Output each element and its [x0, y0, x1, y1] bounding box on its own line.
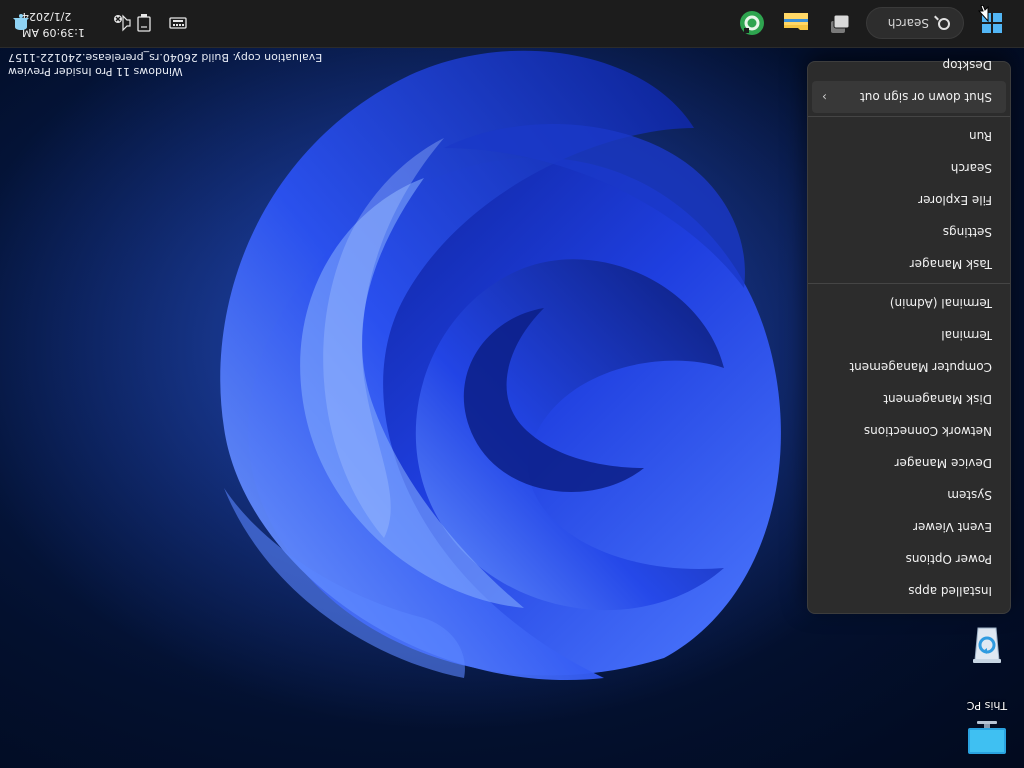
file-explorer-icon [784, 13, 808, 30]
notification-icon [13, 14, 29, 30]
edge-dev-button[interactable] [734, 5, 770, 41]
menu-item-search[interactable]: Search [812, 152, 1006, 184]
menu-item-settings[interactable]: Settings [812, 216, 1006, 248]
file-explorer-button[interactable] [778, 5, 814, 41]
menu-item-terminal-admin[interactable]: Terminal (Admin) [812, 287, 1006, 319]
watermark-build: Evaluation copy. Build 26040.rs_prerelea… [8, 51, 323, 64]
menu-item-installed-apps[interactable]: Installed apps [812, 575, 1006, 607]
notification-button[interactable] [6, 5, 36, 41]
recycle-bin-icon [965, 624, 1009, 668]
task-view-icon [831, 14, 850, 33]
menu-item-terminal[interactable]: Terminal [812, 319, 1006, 351]
mouse-cursor-icon [977, 5, 989, 23]
chevron-right-icon: › [822, 90, 827, 104]
menu-item-device-manager[interactable]: Device Manager [812, 447, 1006, 479]
desktop-icon-label: This PC [966, 699, 1008, 712]
keyboard-icon [169, 17, 187, 29]
menu-item-network-connections[interactable]: Network Connections [812, 415, 1006, 447]
search-label: Search [887, 16, 929, 30]
volume-button[interactable] [106, 5, 142, 41]
menu-item-event-viewer[interactable]: Event Viewer [812, 511, 1006, 543]
menu-item-label: Shut down or sign out [860, 90, 992, 104]
desktop-icon-recycle-bin[interactable] [952, 620, 1022, 668]
menu-item-power-options[interactable]: Power Options [812, 543, 1006, 575]
build-watermark: Windows 11 Pro Insider Preview Evaluatio… [8, 50, 322, 78]
monitor-icon [965, 716, 1009, 760]
menu-item-computer-management[interactable]: Computer Management [812, 351, 1006, 383]
menu-item-task-manager[interactable]: Task Manager [812, 248, 1006, 280]
menu-separator [808, 116, 1010, 117]
menu-separator [808, 283, 1010, 284]
menu-item-run[interactable]: Run [812, 120, 1006, 152]
watermark-edition: Windows 11 Pro Insider Preview [8, 65, 183, 78]
taskbar-search-box[interactable]: Search [866, 7, 964, 39]
menu-item-desktop[interactable]: Desktop [812, 49, 1006, 81]
task-view-button[interactable] [822, 5, 858, 41]
menu-item-file-explorer[interactable]: File Explorer [812, 184, 1006, 216]
edge-dev-icon [740, 11, 764, 35]
menu-item-system[interactable]: System [812, 479, 1006, 511]
menu-item-shut-down-sign-out[interactable]: Shut down or sign out › [812, 81, 1006, 113]
menu-item-disk-management[interactable]: Disk Management [812, 383, 1006, 415]
screen: Windows 11 Pro Insider Preview Evaluatio… [0, 0, 1024, 768]
start-button[interactable] [974, 5, 1010, 41]
taskbar: Search 1:39:09 AM 2/1/2024 [0, 0, 1024, 48]
search-icon [938, 18, 950, 30]
touch-keyboard-button[interactable] [160, 5, 196, 41]
desktop-icon-this-pc[interactable]: This PC [952, 699, 1022, 760]
volume-mute-icon [114, 14, 131, 32]
quick-link-menu: Installed apps Power Options Event Viewe… [807, 58, 1011, 614]
